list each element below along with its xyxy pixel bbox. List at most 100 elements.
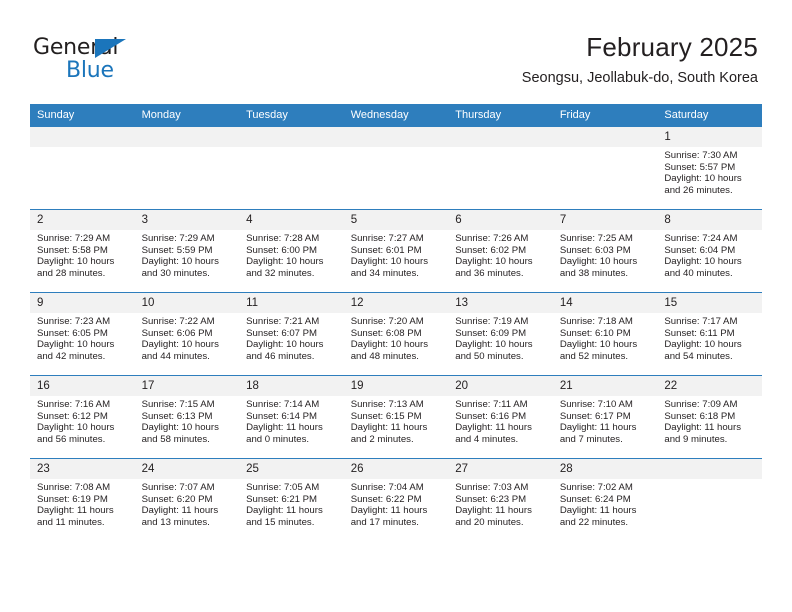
day-number (134, 127, 240, 147)
calendar-day-cell[interactable]: 24 Sunrise: 7:07 AM Sunset: 6:20 PM Dayligh… (134, 458, 240, 541)
daylight-text: Daylight: 10 hours and 38 minutes. (559, 256, 638, 279)
day-number: 17 (134, 376, 240, 396)
sunrise-text: Sunrise: 7:10 AM (559, 399, 633, 410)
sunrise-text: Sunrise: 7:30 AM (664, 150, 738, 161)
calendar-day-cell[interactable]: 16 Sunrise: 7:16 AM Sunset: 6:12 PM Dayligh… (30, 375, 135, 459)
calendar-day-cell[interactable]: 15 Sunrise: 7:17 AM Sunset: 6:11 PM Dayligh… (657, 292, 762, 376)
daylight-text: Daylight: 11 hours and 22 minutes. (559, 505, 637, 528)
day-number (448, 127, 553, 147)
calendar-day-cell[interactable]: 26 Sunrise: 7:04 AM Sunset: 6:22 PM Dayligh… (343, 458, 449, 541)
daylight-text: Daylight: 10 hours and 56 minutes. (37, 422, 115, 445)
calendar-day-cell[interactable]: 5 Sunrise: 7:27 AM Sunset: 6:01 PM Daylight… (343, 209, 449, 293)
brand-name-blue: Blue (66, 58, 114, 83)
day-details: Sunrise: 7:13 AM Sunset: 6:15 PM Daylight:… (344, 396, 449, 445)
daylight-text: Daylight: 11 hours and 20 minutes. (455, 505, 532, 528)
daylight-text: Daylight: 10 hours and 44 minutes. (141, 339, 219, 362)
sunrise-text: Sunrise: 7:08 AM (37, 482, 111, 493)
sunset-text: Sunset: 6:15 PM (350, 410, 422, 422)
sunset-text: Sunset: 6:21 PM (246, 493, 318, 505)
calendar-day-cell[interactable]: 19 Sunrise: 7:13 AM Sunset: 6:15 PM Dayligh… (343, 375, 449, 459)
sunrise-text: Sunrise: 7:21 AM (246, 316, 320, 327)
calendar-day-cell[interactable]: 7 Sunrise: 7:25 AM Sunset: 6:03 PM Daylight… (552, 209, 658, 293)
daylight-text: Daylight: 11 hours and 15 minutes. (246, 505, 323, 528)
day-details: Sunrise: 7:08 AM Sunset: 6:19 PM Daylight:… (30, 479, 135, 528)
daylight-text: Daylight: 10 hours and 52 minutes. (559, 339, 638, 362)
day-number: 21 (552, 376, 658, 396)
calendar-day-cell[interactable]: 1 Sunrise: 7:30 AM Sunset: 5:57 PM Daylight… (657, 126, 762, 210)
calendar-day-cell[interactable]: 8 Sunrise: 7:24 AM Sunset: 6:04 PM Daylight… (657, 209, 762, 293)
sunset-text: Sunset: 5:58 PM (37, 244, 108, 256)
calendar-day-cell[interactable]: 18 Sunrise: 7:14 AM Sunset: 6:14 PM Dayligh… (239, 375, 344, 459)
sunset-text: Sunset: 6:08 PM (350, 327, 422, 339)
day-number: 20 (448, 376, 553, 396)
calendar-day-cell[interactable]: 17 Sunrise: 7:15 AM Sunset: 6:13 PM Dayligh… (134, 375, 240, 459)
day-number: 28 (552, 459, 658, 479)
sunset-text: Sunset: 6:11 PM (664, 327, 735, 339)
day-number: 4 (239, 210, 344, 230)
sunrise-text: Sunrise: 7:25 AM (559, 233, 633, 244)
weekday-header-monday: Monday (134, 104, 240, 127)
brand-logo[interactable]: General Blue (33, 36, 253, 88)
sunrise-text: Sunrise: 7:19 AM (455, 316, 529, 327)
calendar-day-cell[interactable]: 28 Sunrise: 7:02 AM Sunset: 6:24 PM Dayligh… (552, 458, 658, 541)
day-number: 1 (657, 127, 762, 147)
weekday-header-thursday: Thursday (448, 104, 553, 127)
day-details: Sunrise: 7:20 AM Sunset: 6:08 PM Daylight:… (344, 313, 449, 362)
sunrise-text: Sunrise: 7:29 AM (37, 233, 111, 244)
daylight-text: Daylight: 10 hours and 42 minutes. (37, 339, 115, 362)
calendar-day-cell-empty (657, 458, 762, 541)
sunset-text: Sunset: 6:02 PM (455, 244, 527, 256)
calendar-day-cell[interactable]: 6 Sunrise: 7:26 AM Sunset: 6:02 PM Daylight… (448, 209, 553, 293)
sunset-text: Sunset: 6:04 PM (664, 244, 736, 256)
calendar-day-cell[interactable]: 3 Sunrise: 7:29 AM Sunset: 5:59 PM Daylight… (134, 209, 240, 293)
day-number: 15 (657, 293, 762, 313)
sunset-text: Sunset: 6:01 PM (350, 244, 422, 256)
daylight-text: Daylight: 10 hours and 34 minutes. (350, 256, 429, 279)
weekday-header-sunday: Sunday (30, 104, 135, 127)
calendar-day-cell-empty (448, 126, 553, 210)
day-number: 7 (552, 210, 658, 230)
weekday-header-wednesday: Wednesday (343, 104, 449, 127)
day-details: Sunrise: 7:05 AM Sunset: 6:21 PM Daylight:… (239, 479, 344, 528)
calendar-page: General Blue February 2025 Seongsu, Jeol… (0, 0, 792, 612)
sunset-text: Sunset: 6:19 PM (37, 493, 108, 505)
sunset-text: Sunset: 6:07 PM (246, 327, 318, 339)
day-number: 23 (30, 459, 135, 479)
sunset-text: Sunset: 6:13 PM (141, 410, 213, 422)
calendar-day-cell[interactable]: 22 Sunrise: 7:09 AM Sunset: 6:18 PM Dayligh… (657, 375, 762, 459)
sunset-text: Sunset: 6:20 PM (141, 493, 213, 505)
day-details: Sunrise: 7:15 AM Sunset: 6:13 PM Daylight:… (135, 396, 240, 445)
day-details: Sunrise: 7:14 AM Sunset: 6:14 PM Daylight:… (239, 396, 344, 445)
calendar-day-cell[interactable]: 2 Sunrise: 7:29 AM Sunset: 5:58 PM Daylight… (30, 209, 135, 293)
day-number (657, 459, 762, 479)
sunrise-text: Sunrise: 7:13 AM (350, 399, 424, 410)
daylight-text: Daylight: 11 hours and 7 minutes. (559, 422, 637, 445)
calendar-day-cell[interactable]: 13 Sunrise: 7:19 AM Sunset: 6:09 PM Dayligh… (448, 292, 553, 376)
calendar-day-cell[interactable]: 25 Sunrise: 7:05 AM Sunset: 6:21 PM Dayligh… (239, 458, 344, 541)
calendar-day-cell[interactable]: 23 Sunrise: 7:08 AM Sunset: 6:19 PM Dayligh… (30, 458, 135, 541)
day-number: 10 (134, 293, 240, 313)
calendar-day-cell[interactable]: 4 Sunrise: 7:28 AM Sunset: 6:00 PM Daylight… (239, 209, 344, 293)
calendar-day-cell[interactable]: 21 Sunrise: 7:10 AM Sunset: 6:17 PM Dayligh… (552, 375, 658, 459)
calendar-day-cell[interactable]: 11 Sunrise: 7:21 AM Sunset: 6:07 PM Dayligh… (239, 292, 344, 376)
calendar-day-cell[interactable]: 9 Sunrise: 7:23 AM Sunset: 6:05 PM Daylight… (30, 292, 135, 376)
sunset-text: Sunset: 6:18 PM (664, 410, 736, 422)
day-number (239, 127, 344, 147)
day-details: Sunrise: 7:21 AM Sunset: 6:07 PM Daylight:… (239, 313, 344, 362)
daylight-text: Daylight: 11 hours and 17 minutes. (350, 505, 428, 528)
calendar-day-cell[interactable]: 20 Sunrise: 7:11 AM Sunset: 6:16 PM Dayligh… (448, 375, 553, 459)
sunset-text: Sunset: 6:09 PM (455, 327, 527, 339)
calendar-day-cell-empty (343, 126, 449, 210)
calendar-week-row: 16 Sunrise: 7:16 AM Sunset: 6:12 PM Dayligh… (30, 375, 762, 459)
calendar-day-cell[interactable]: 12 Sunrise: 7:20 AM Sunset: 6:08 PM Dayligh… (343, 292, 449, 376)
calendar-day-cell[interactable]: 10 Sunrise: 7:22 AM Sunset: 6:06 PM Dayligh… (134, 292, 240, 376)
day-details: Sunrise: 7:24 AM Sunset: 6:04 PM Daylight:… (657, 230, 762, 279)
daylight-text: Daylight: 10 hours and 58 minutes. (141, 422, 219, 445)
sunset-text: Sunset: 5:57 PM (664, 161, 736, 173)
calendar-header-row: Sunday Monday Tuesday Wednesday Thursday… (30, 104, 762, 127)
sunset-text: Sunset: 6:03 PM (559, 244, 631, 256)
calendar-day-cell[interactable]: 14 Sunrise: 7:18 AM Sunset: 6:10 PM Dayligh… (552, 292, 658, 376)
calendar-day-cell[interactable]: 27 Sunrise: 7:03 AM Sunset: 6:23 PM Dayligh… (448, 458, 553, 541)
day-number: 2 (30, 210, 135, 230)
daylight-text: Daylight: 11 hours and 0 minutes. (246, 422, 323, 445)
